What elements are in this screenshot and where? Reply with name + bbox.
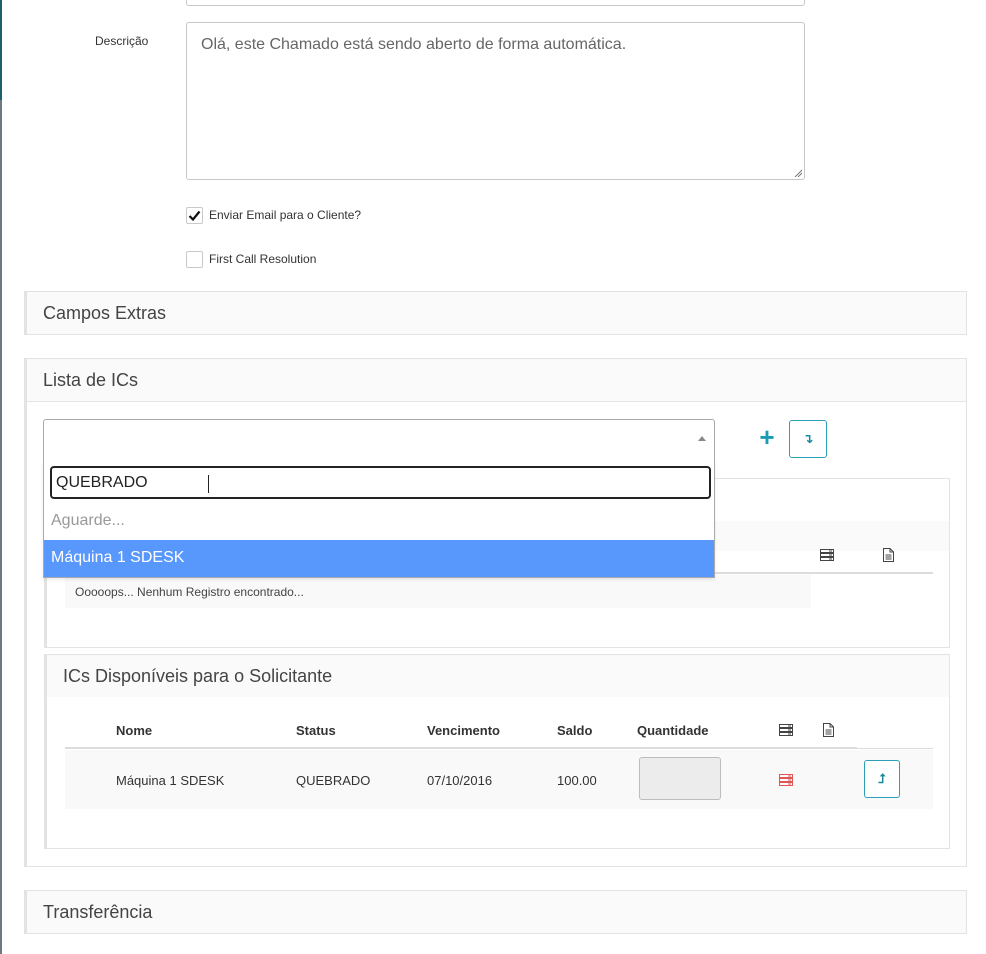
document-icon <box>823 723 834 737</box>
col-header-nome: Nome <box>116 723 153 738</box>
add-ic-button[interactable]: + <box>757 424 777 450</box>
ic-select[interactable] <box>43 419 715 461</box>
server-alert-icon <box>779 774 793 786</box>
send-email-option[interactable]: Enviar Email para o Cliente? <box>186 206 361 224</box>
extras-panel-title: Campos Extras <box>43 302 167 323</box>
server-icon <box>779 724 793 736</box>
arrow-up-return-icon: ⮥ <box>878 771 886 786</box>
available-ics-title: ICs Disponíveis para o Solicitante <box>47 655 949 697</box>
cell-vencimento: 07/10/2016 <box>427 773 493 788</box>
transfer-panel-title: Transferência <box>43 901 153 922</box>
ic-dropdown: QUEBRADO Aguarde... Máquina 1 SDESK <box>43 460 715 578</box>
col-header-status: Status <box>296 723 336 738</box>
select-arrow-icon[interactable] <box>698 436 706 441</box>
transfer-panel-header[interactable]: Transferência <box>24 890 967 934</box>
dropdown-search-input[interactable]: QUEBRADO <box>50 466 711 499</box>
send-email-label: Enviar Email para o Cliente? <box>209 208 362 222</box>
table-header-divider-thin <box>65 748 933 749</box>
previous-field-edge[interactable] <box>186 0 805 6</box>
server-icon <box>820 549 834 561</box>
fcr-label: First Call Resolution <box>209 252 317 266</box>
dropdown-loading-text: Aguarde... <box>51 512 125 529</box>
table-row: Máquina 1 SDESK QUEBRADO 07/10/2016 100.… <box>65 750 933 809</box>
document-icon <box>883 548 894 562</box>
quantity-input[interactable] <box>639 757 721 800</box>
cell-nome: Máquina 1 SDESK <box>116 773 225 788</box>
move-down-button[interactable]: ↴ <box>789 420 827 458</box>
description-textarea[interactable]: Olá, este Chamado está sendo aberto de f… <box>186 22 805 180</box>
extras-panel-header[interactable]: Campos Extras <box>24 291 967 335</box>
empty-message: Ooooops... Nenhum Registro encontrado... <box>65 575 811 608</box>
col-header-vencimento: Vencimento <box>427 723 500 738</box>
col-header-saldo: Saldo <box>557 723 593 738</box>
col-header-quantidade: Quantidade <box>637 723 709 738</box>
fcr-checkbox[interactable] <box>186 250 203 268</box>
ics-panel-title: Lista de ICs <box>43 369 139 390</box>
send-email-checkbox[interactable] <box>186 206 203 224</box>
description-text: Olá, este Chamado está sendo aberto de f… <box>201 36 627 53</box>
checkmark-icon <box>188 210 201 221</box>
left-edge-bar <box>0 0 2 954</box>
text-caret <box>208 475 209 493</box>
cell-status: QUEBRADO <box>296 773 371 788</box>
arrow-down-return-icon: ↴ <box>802 431 814 446</box>
move-up-button[interactable]: ⮥ <box>864 760 900 798</box>
dropdown-search-value: QUEBRADO <box>56 474 148 491</box>
resize-grip-icon[interactable] <box>794 169 802 177</box>
dropdown-option[interactable]: Máquina 1 SDESK <box>44 540 714 577</box>
fcr-option[interactable]: First Call Resolution <box>186 250 316 268</box>
ics-panel-header[interactable]: Lista de ICs <box>27 359 966 402</box>
description-label: Descrição <box>95 34 149 48</box>
cell-saldo: 100.00 <box>557 773 597 788</box>
left-edge-accent <box>0 0 2 100</box>
plus-icon: + <box>759 422 775 452</box>
available-ics-panel: ICs Disponíveis para o Solicitante Nome … <box>44 654 950 849</box>
